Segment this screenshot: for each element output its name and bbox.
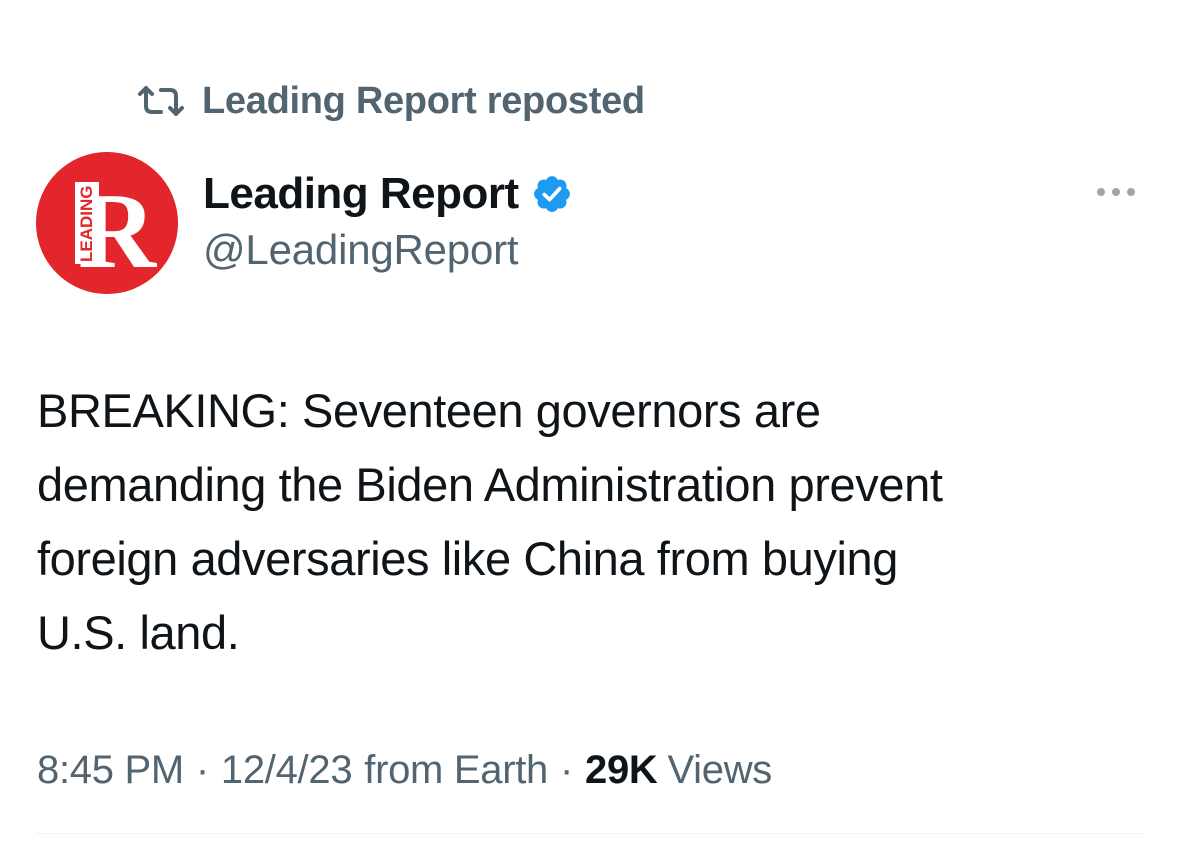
author-block: Leading Report @LeadingReport	[203, 166, 573, 274]
repost-icon	[136, 84, 186, 118]
meta-separator: ·	[560, 747, 574, 792]
display-name[interactable]: Leading Report	[203, 169, 519, 219]
views-label[interactable]: Views	[658, 748, 773, 793]
more-options-icon[interactable]	[1094, 184, 1138, 200]
tweet-text-line: foreign adversaries like China from buyi…	[37, 532, 898, 585]
leading-report-logo-icon: R LEADING	[36, 152, 178, 294]
avatar[interactable]: R LEADING	[36, 152, 178, 294]
meta-separator: ·	[195, 747, 209, 792]
tweet-text: BREAKING: Seventeen governors are demand…	[37, 374, 1147, 670]
divider	[36, 833, 1143, 834]
views-count[interactable]: 29K	[585, 748, 658, 793]
tweet-metadata: 8:45 PM · 12/4/23 from Earth · 29K Views	[37, 744, 772, 796]
tweet-date[interactable]: 12/4/23	[221, 748, 353, 793]
tweet-text-line: demanding the Biden Administration preve…	[37, 458, 943, 511]
name-row: Leading Report	[203, 166, 573, 222]
repost-text: Leading Report reposted	[202, 79, 645, 122]
repost-indicator[interactable]: Leading Report reposted	[136, 78, 645, 124]
tweet-text-line: U.S. land.	[37, 606, 240, 659]
user-handle[interactable]: @LeadingReport	[203, 226, 573, 274]
avatar-small-text: LEADING	[77, 186, 96, 263]
tweet-text-line: BREAKING: Seventeen governors are	[37, 384, 821, 437]
tweet-time[interactable]: 8:45 PM	[37, 748, 184, 793]
verified-badge-icon[interactable]	[531, 173, 573, 215]
tweet-source: from Earth	[364, 747, 548, 792]
